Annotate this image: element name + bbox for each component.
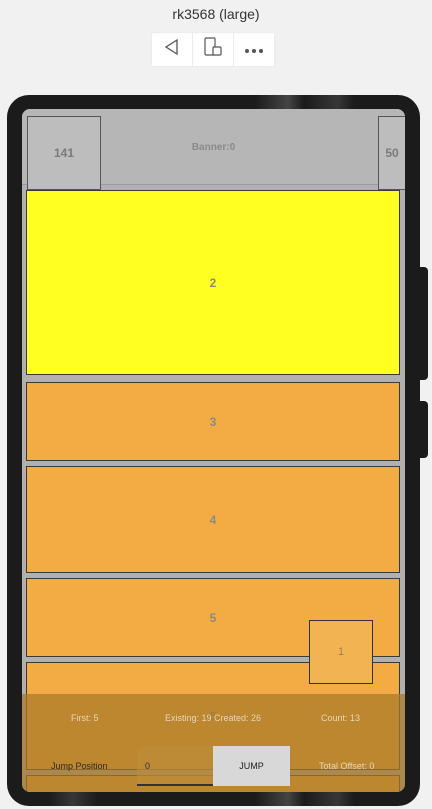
list-item[interactable]: 4 [26,466,400,573]
rotate-device-button[interactable] [193,33,234,66]
list-item[interactable]: 3 [26,382,400,461]
jump-button[interactable]: JUMP [213,746,290,786]
device-screen: 141 Banner:0 50 2 3 4 5 6 1 First: 5 Exi… [22,109,405,792]
jump-position-input[interactable]: 0 [137,746,213,786]
stat-count: Count: 13 [321,713,361,723]
side-button-volume [420,267,428,380]
banner-label: Banner:0 [191,142,236,153]
back-button[interactable] [152,33,193,66]
jump-position-label: Jump Position [51,761,108,771]
floating-item[interactable]: 1 [309,620,373,684]
more-button[interactable] [234,33,274,66]
banner-item-right[interactable]: 50 [378,116,405,190]
device-toolbar [152,33,274,66]
stat-first: First: 5 [71,713,99,723]
back-triangle-icon [163,38,181,61]
more-dots-icon [244,41,264,59]
stat-total-offset: Total Offset: 0 [319,761,375,771]
device-title: rk3568 (large) [172,6,260,22]
stats-panel: First: 5 Existing: 19 Created: 26 Count:… [22,694,405,792]
list-item[interactable]: 2 [26,190,400,375]
side-button-power [420,401,428,458]
rotate-device-icon [203,37,223,62]
stat-existing-created: Existing: 19 Created: 26 [165,713,262,723]
banner-item-left[interactable]: 141 [27,116,101,190]
jump-position-value: 0 [145,761,151,771]
banner: 141 Banner:0 50 [22,109,405,190]
